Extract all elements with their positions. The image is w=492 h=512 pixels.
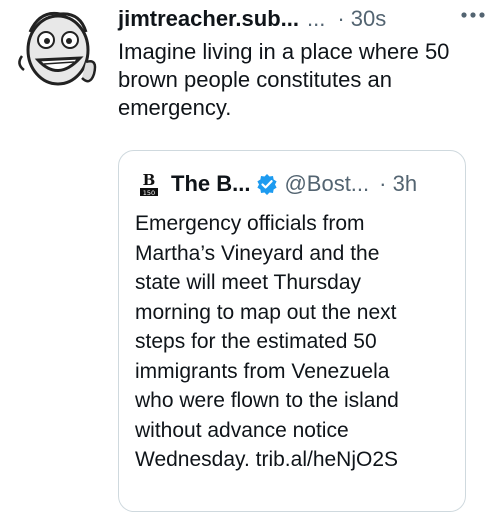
tweet-text-line: Imagine living in a place where 50 (118, 39, 450, 64)
quoted-text-line: state will meet Thursday (135, 271, 362, 294)
username-ellipsis: ... (306, 6, 326, 31)
tweet-header: jimtreacher.sub... ... · 30s (118, 2, 484, 36)
logo-letter: B (143, 171, 156, 189)
verified-badge-icon (257, 174, 278, 195)
cartoon-face-avatar-icon (18, 11, 97, 86)
quoted-tweet-card[interactable]: B 150 The B... @Bost... · 3h Emergency o… (118, 150, 466, 512)
logo-number: 150 (143, 189, 155, 197)
avatar[interactable] (10, 2, 106, 98)
tweet-time[interactable]: · 30s (337, 6, 386, 32)
quoted-text-line: who were flown to the island (135, 389, 399, 412)
quoted-handle[interactable]: @Bost... (284, 171, 369, 197)
quoted-tweet-header: B 150 The B... @Bost... · 3h (135, 169, 465, 199)
quoted-text-line: immigrants from Venezuela (135, 359, 390, 383)
quoted-tweet-text: Emergency officials from Martha’s Vineya… (135, 209, 451, 475)
more-options-icon[interactable] (460, 10, 486, 20)
quoted-text-line: Martha’s Vineyard and the (135, 241, 380, 265)
quoted-text-line: Emergency officials from (135, 212, 365, 235)
tweet-text-line: brown people constitutes an (118, 67, 392, 92)
tweet-text-line: emergency. (118, 95, 232, 120)
quoted-text-line: steps for the estimated 50 (135, 330, 377, 353)
username[interactable]: jimtreacher.sub... (118, 6, 299, 32)
newspaper-logo-avatar-icon[interactable]: B 150 (135, 170, 163, 198)
tweet-text: Imagine living in a place where 50 brown… (118, 38, 478, 122)
quoted-time[interactable]: · 3h (379, 171, 417, 197)
quoted-text-line: without advance notice (135, 418, 349, 442)
quoted-display-name[interactable]: The B... (171, 171, 250, 197)
quoted-text-line: morning to map out the next (135, 300, 397, 324)
quoted-text-line: Wednesday. trib.al/heNjO2S (135, 448, 399, 471)
